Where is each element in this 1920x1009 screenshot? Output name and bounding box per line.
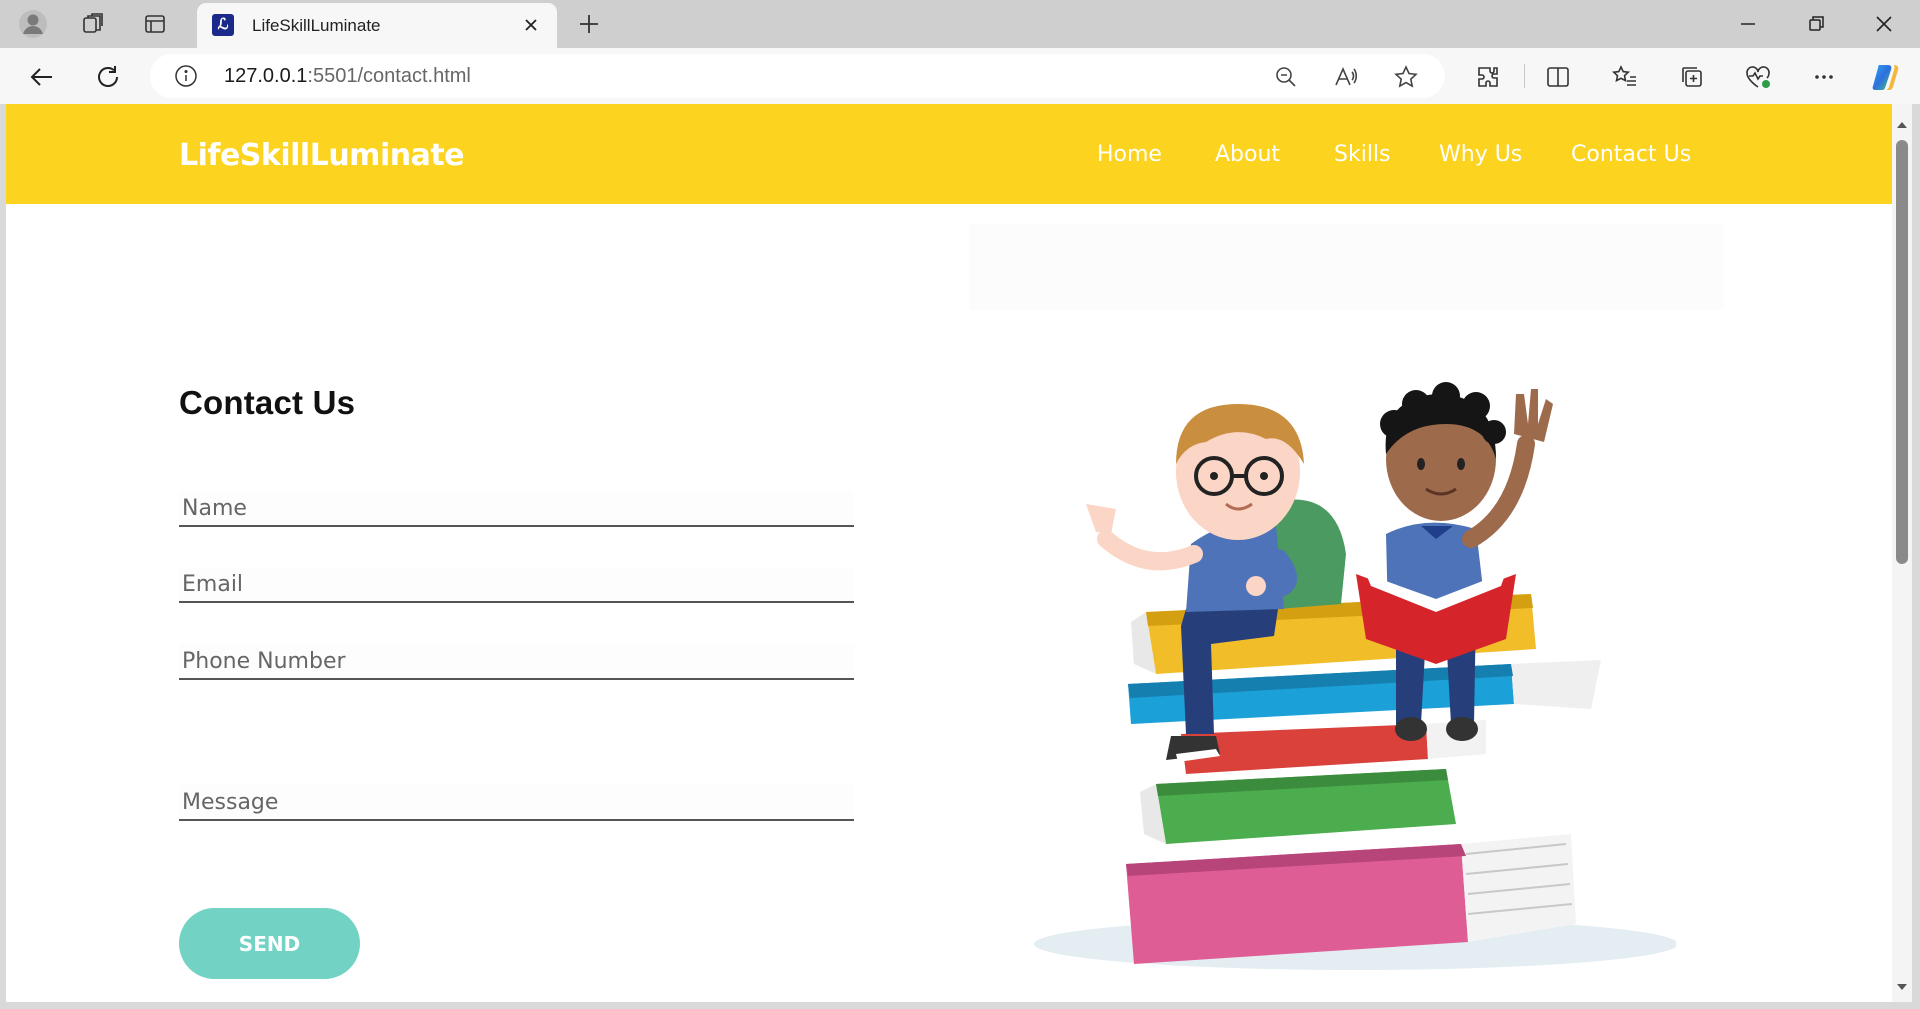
url-host: 127.0.0.1 — [224, 65, 308, 87]
close-window-icon[interactable] — [1864, 8, 1904, 40]
message-field[interactable] — [179, 785, 854, 821]
tab-actions-icon[interactable] — [139, 8, 171, 40]
site-favicon: ℒ — [212, 14, 234, 36]
send-button[interactable]: SEND — [179, 908, 360, 979]
favorites-icon[interactable] — [1608, 60, 1642, 94]
background-panel — [969, 224, 1724, 310]
nav-skills[interactable]: Skills — [1334, 142, 1391, 167]
site-logo[interactable]: LifeSkillLuminate — [179, 138, 465, 173]
restore-icon[interactable] — [1796, 8, 1836, 40]
email-input[interactable] — [179, 567, 854, 601]
phone-input[interactable] — [179, 644, 854, 678]
scrollbar-thumb[interactable] — [1896, 140, 1908, 564]
phone-field[interactable] — [179, 644, 854, 680]
name-field[interactable] — [179, 491, 854, 527]
browser-toolbar: 127.0.0.1:5501/contact.html — [0, 48, 1920, 104]
nav-about[interactable]: About — [1215, 142, 1280, 167]
page-title: Contact Us — [179, 384, 356, 421]
scroll-up-icon[interactable] — [1896, 116, 1908, 128]
browser-essentials-icon[interactable] — [1741, 60, 1775, 94]
zoom-out-icon[interactable] — [1273, 64, 1299, 90]
more-options-icon[interactable] — [1807, 60, 1841, 94]
name-input[interactable] — [179, 491, 854, 525]
url-text: 127.0.0.1:5501/contact.html — [224, 65, 471, 88]
nav-why-us[interactable]: Why Us — [1439, 142, 1522, 167]
tab-title: LifeSkillLuminate — [252, 16, 381, 35]
email-field[interactable] — [179, 567, 854, 603]
read-aloud-icon[interactable] — [1333, 64, 1359, 90]
workspaces-icon[interactable] — [77, 8, 109, 40]
site-info-icon[interactable] — [174, 64, 198, 88]
refresh-icon[interactable] — [91, 60, 125, 94]
profile-icon[interactable] — [17, 8, 49, 40]
new-tab-icon[interactable] — [573, 8, 605, 40]
page-viewport: LifeSkillLuminate Home About Skills Why … — [6, 104, 1892, 1002]
copilot-icon[interactable] — [1869, 60, 1903, 94]
scroll-down-icon[interactable] — [1896, 978, 1908, 990]
minimize-icon[interactable] — [1728, 8, 1768, 40]
kids-on-books-illustration — [1034, 382, 1676, 970]
toolbar-separator — [1524, 64, 1525, 88]
url-path: :5501/contact.html — [307, 65, 471, 87]
split-screen-icon[interactable] — [1541, 60, 1575, 94]
site-header: LifeSkillLuminate Home About Skills Why … — [6, 104, 1892, 204]
close-tab-icon[interactable] — [519, 13, 543, 37]
window-bottom-edge — [0, 1002, 1920, 1009]
address-bar[interactable]: 127.0.0.1:5501/contact.html — [150, 54, 1445, 98]
active-tab[interactable]: ℒ LifeSkillLuminate — [197, 3, 557, 48]
favorite-star-icon[interactable] — [1393, 64, 1419, 90]
browser-tab-bar: ℒ LifeSkillLuminate — [0, 0, 1920, 48]
extensions-icon[interactable] — [1471, 60, 1505, 94]
nav-contact-us[interactable]: Contact Us — [1571, 142, 1691, 167]
back-icon[interactable] — [25, 60, 59, 94]
collections-icon[interactable] — [1675, 60, 1709, 94]
message-input[interactable] — [179, 785, 854, 819]
nav-home[interactable]: Home — [1097, 142, 1162, 167]
